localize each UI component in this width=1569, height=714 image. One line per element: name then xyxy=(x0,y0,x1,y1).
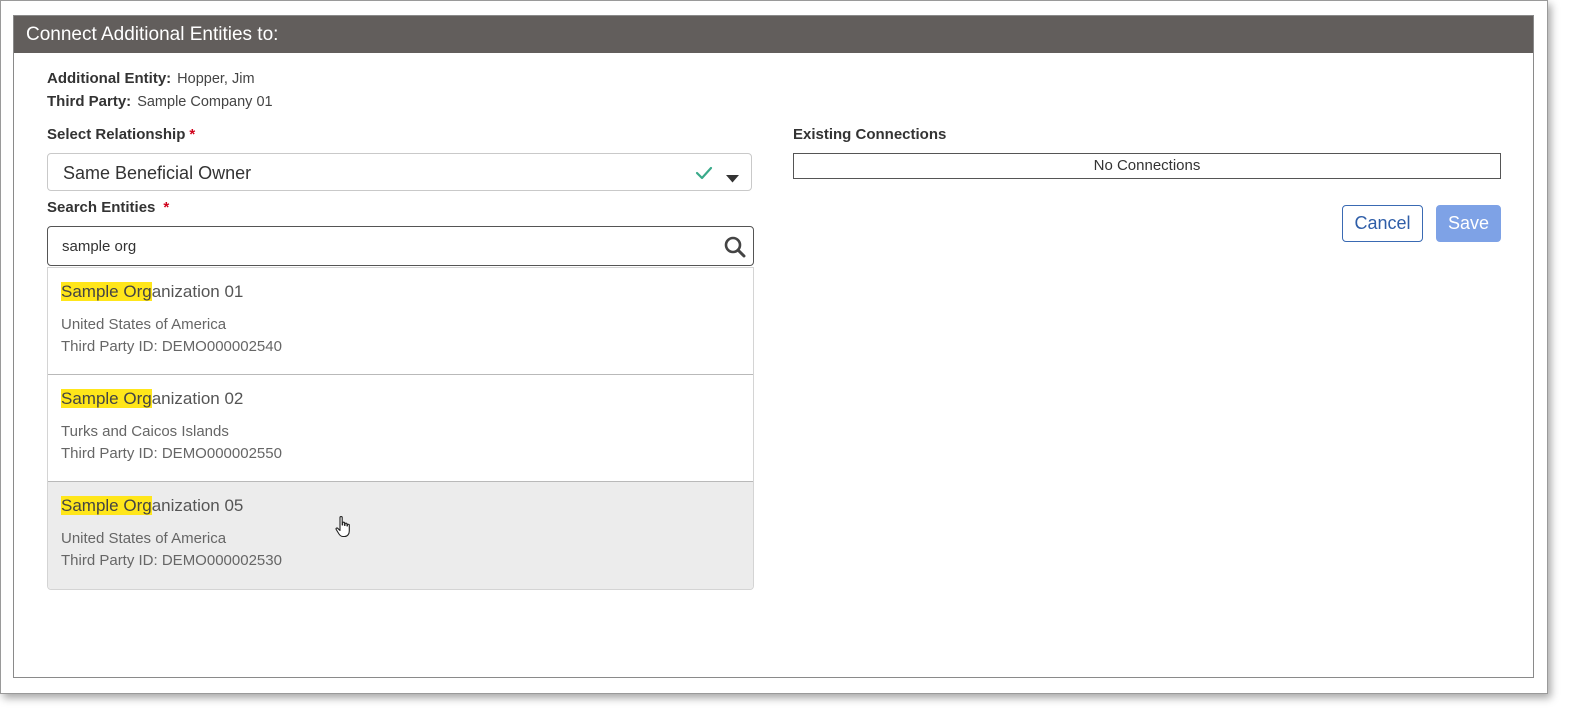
caret-down-icon[interactable] xyxy=(726,170,739,188)
required-mark: * xyxy=(189,126,196,143)
result-name: Sample Organization 01 xyxy=(61,282,243,302)
additional-entity-row: Additional Entity: Hopper, Jim xyxy=(47,67,273,90)
relationship-select[interactable]: Same Beneficial Owner xyxy=(47,153,752,191)
cancel-button[interactable]: Cancel xyxy=(1342,205,1423,242)
select-relationship-label-text: Select Relationship xyxy=(47,126,186,143)
search-input[interactable] xyxy=(62,227,702,265)
result-country: Turks and Caicos Islands xyxy=(61,423,229,440)
result-name-highlight: Sample Org xyxy=(61,389,152,408)
result-name-rest: anization 05 xyxy=(151,496,244,515)
search-results-list: Sample Organization 01 United States of … xyxy=(47,267,754,590)
third-party-label: Third Party: xyxy=(47,93,132,110)
search-entities-field[interactable] xyxy=(47,226,754,266)
existing-connections-box: No Connections xyxy=(793,153,1501,179)
hand-pointer-icon xyxy=(335,515,353,544)
search-entities-label: Search Entities * xyxy=(47,199,169,216)
relationship-selected-value: Same Beneficial Owner xyxy=(63,163,252,183)
dialog-frame: Connect Additional Entities to: Addition… xyxy=(0,0,1548,694)
result-third-party-id: Third Party ID: DEMO000002540 xyxy=(61,338,282,355)
result-name: Sample Organization 05 xyxy=(61,496,243,516)
check-icon xyxy=(695,165,713,186)
search-icon[interactable] xyxy=(724,236,746,263)
result-item[interactable]: Sample Organization 05 United States of … xyxy=(48,482,753,589)
third-party-row: Third Party: Sample Company 01 xyxy=(47,90,273,113)
connect-entities-panel: Connect Additional Entities to: Addition… xyxy=(13,15,1534,678)
save-button[interactable]: Save xyxy=(1436,205,1501,242)
additional-entity-label: Additional Entity: xyxy=(47,70,172,87)
result-item[interactable]: Sample Organization 01 United States of … xyxy=(48,268,753,375)
result-country: United States of America xyxy=(61,530,227,547)
existing-connections-label: Existing Connections xyxy=(793,126,947,143)
panel-header: Connect Additional Entities to: xyxy=(14,16,1533,53)
additional-entity-value: Hopper, Jim xyxy=(177,71,255,87)
entity-info: Additional Entity: Hopper, Jim Third Part… xyxy=(47,67,273,113)
result-name: Sample Organization 02 xyxy=(61,389,243,409)
third-party-value: Sample Company 01 xyxy=(137,94,273,110)
result-third-party-id: Third Party ID: DEMO000002550 xyxy=(61,445,282,462)
result-name-rest: anization 01 xyxy=(151,282,244,301)
search-entities-label-text: Search Entities xyxy=(47,199,156,216)
result-name-highlight: Sample Org xyxy=(61,282,152,301)
result-name-rest: anization 02 xyxy=(151,389,244,408)
result-third-party-id: Third Party ID: DEMO000002530 xyxy=(61,552,282,569)
select-relationship-label: Select Relationship * xyxy=(47,126,195,143)
result-country: United States of America xyxy=(61,316,227,333)
required-mark: * xyxy=(163,199,170,216)
result-name-highlight: Sample Org xyxy=(61,496,152,515)
result-item[interactable]: Sample Organization 02 Turks and Caicos … xyxy=(48,375,753,482)
